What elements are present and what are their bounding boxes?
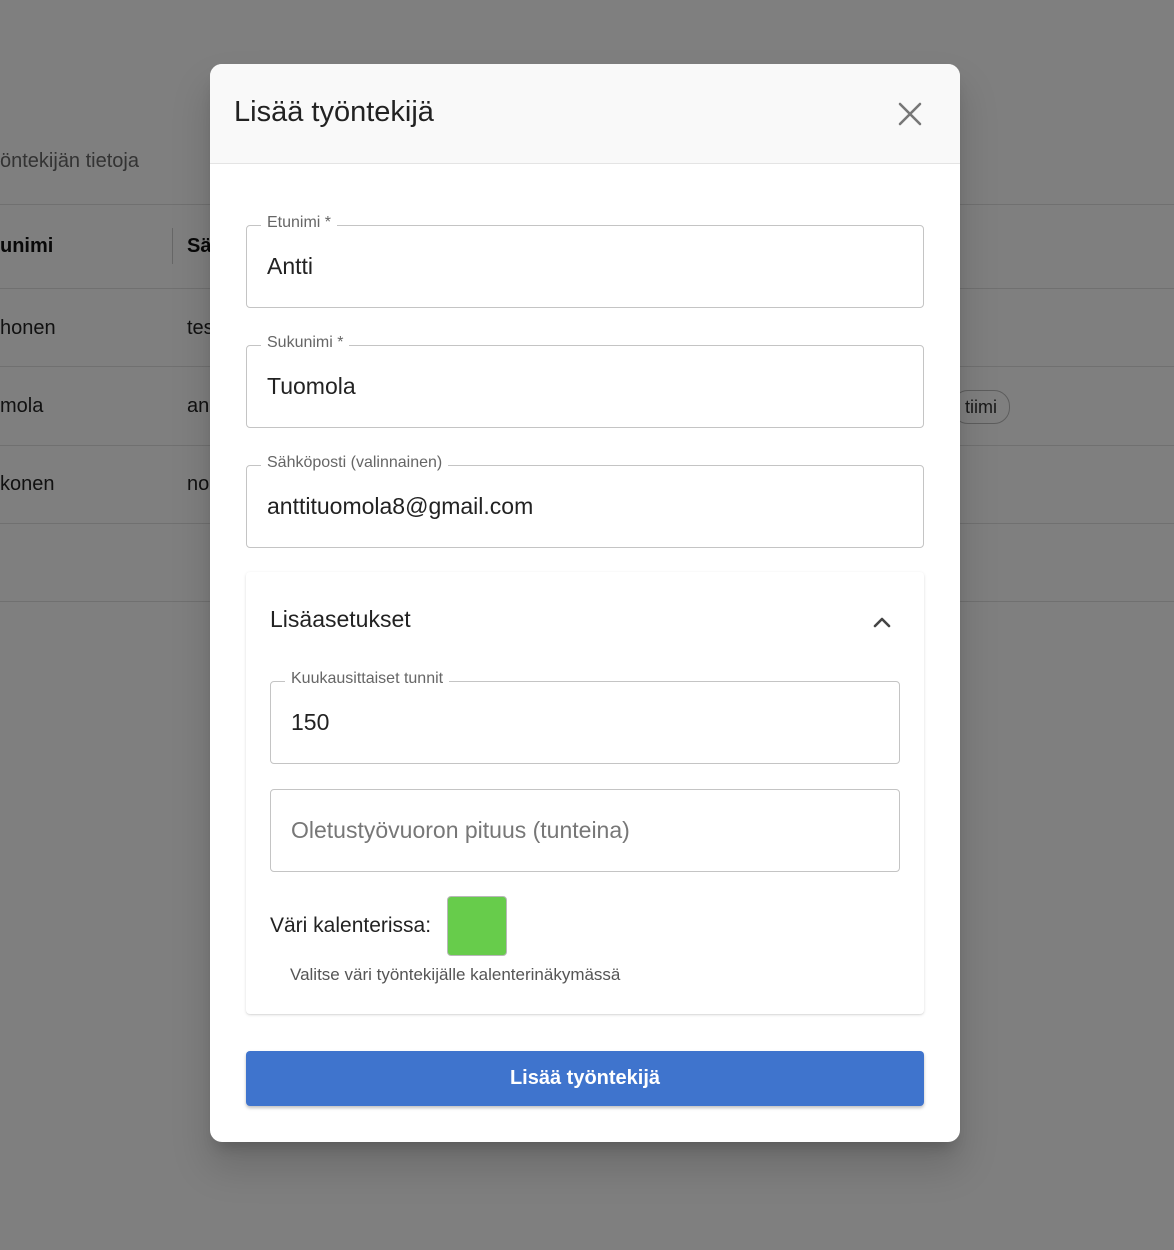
close-button[interactable] [890, 94, 930, 134]
monthly-hours-field[interactable]: Kuukausittaiset tunnit 150 [270, 670, 900, 764]
dialog-header: Lisää työntekijä [210, 64, 960, 164]
accordion-toggle-button[interactable] [868, 608, 896, 636]
monthly-hours-value[interactable]: 150 [291, 709, 329, 736]
color-label: Väri kalenterissa: [270, 914, 432, 937]
last-name-value[interactable]: Tuomola [267, 373, 356, 400]
email-label: Sähköposti (valinnainen) [261, 454, 449, 472]
first-name-field[interactable]: Etunimi * Antti [246, 214, 924, 308]
shift-length-field[interactable]: Oletustyövuoron pituus (tunteina) [270, 789, 900, 872]
first-name-value[interactable]: Antti [267, 253, 313, 280]
shift-length-placeholder[interactable]: Oletustyövuoron pituus (tunteina) [291, 817, 630, 844]
advanced-settings-accordion: Lisäasetukset Kuukausittaiset tunnit 150… [246, 572, 924, 1014]
color-picker-swatch[interactable] [447, 896, 507, 956]
email-field[interactable]: Sähköposti (valinnainen) anttituomola8@g… [246, 454, 924, 548]
color-helper-text: Valitse väri työntekijälle kalenterinäky… [290, 965, 621, 984]
last-name-label: Sukunimi * [261, 334, 350, 352]
chevron-up-icon [873, 617, 891, 628]
advanced-settings-title[interactable]: Lisäasetukset [270, 606, 411, 633]
dialog-title: Lisää työntekijä [234, 96, 434, 128]
close-icon [898, 102, 922, 126]
add-employee-dialog: Lisää työntekijä Etunimi * Antti Sukunim… [210, 64, 960, 1142]
email-value[interactable]: anttituomola8@gmail.com [267, 493, 533, 520]
add-employee-button[interactable]: Lisää työntekijä [246, 1051, 924, 1106]
monthly-hours-label: Kuukausittaiset tunnit [285, 670, 450, 688]
first-name-label: Etunimi * [261, 214, 338, 232]
last-name-field[interactable]: Sukunimi * Tuomola [246, 334, 924, 428]
